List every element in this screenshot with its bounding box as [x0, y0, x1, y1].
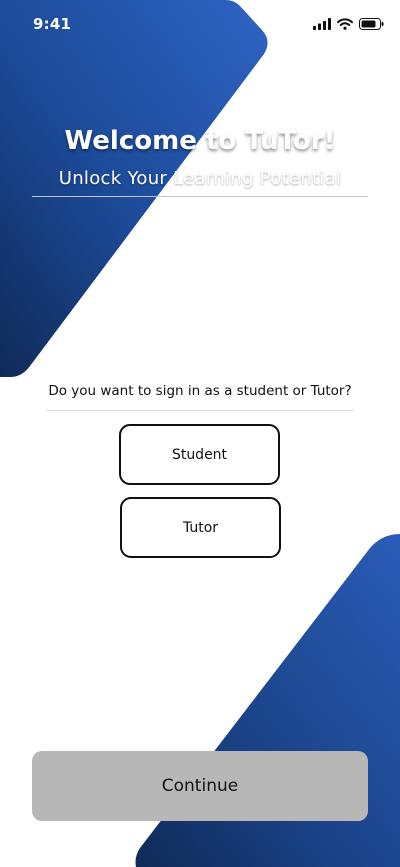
welcome-subtitle: Unlock Your Learning Potential: [58, 168, 342, 189]
signal-icon: [313, 15, 331, 34]
tutor-button[interactable]: Tutor: [120, 497, 281, 558]
tutor-button-label: Tutor: [182, 519, 219, 536]
continue-button-label: Continue: [161, 776, 239, 796]
wifi-icon: [337, 15, 353, 34]
battery-icon: [359, 15, 384, 34]
student-button-label: Student: [171, 446, 228, 463]
role-question: Do you want to sign in as a student or T…: [48, 383, 352, 399]
question-divider: [46, 410, 354, 411]
status-icons: [313, 16, 384, 32]
welcome-title: Welcome to TuTor!: [64, 126, 336, 156]
continue-button[interactable]: Continue: [32, 751, 368, 821]
subtitle-divider: [32, 196, 368, 197]
student-button[interactable]: Student: [119, 424, 280, 485]
welcome-screen: 9:41 Welcome to TuTor! Unlock Your Learn…: [0, 0, 400, 867]
status-time: 9:41: [33, 15, 72, 33]
status-bar: 9:41: [0, 0, 400, 48]
